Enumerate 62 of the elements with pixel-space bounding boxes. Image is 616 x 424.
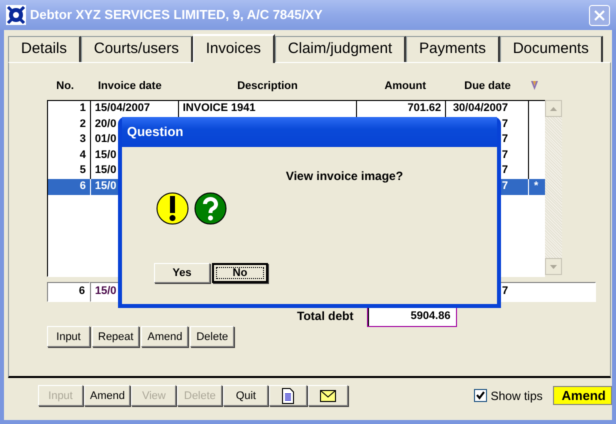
table-cell: 15/04/2007 (94, 102, 150, 114)
row-marker: * (534, 180, 538, 192)
table-cell: 7 (502, 148, 508, 161)
table-cell: 1 (80, 102, 86, 114)
table-cell: 7 (502, 133, 508, 146)
table-cell: 20/0 (94, 118, 116, 130)
table-cell: 15/0 (94, 148, 116, 161)
table-cell: 30/04/2007 (452, 102, 508, 114)
table-cell: 6 (80, 180, 86, 192)
column-header[interactable]: No. (56, 80, 74, 92)
tab[interactable]: Invoices (192, 34, 275, 63)
up-arrow-icon (550, 106, 557, 110)
tab[interactable]: Payments (406, 36, 500, 62)
scroll-up-button[interactable] (545, 100, 562, 117)
envelope-icon (320, 390, 336, 402)
tab[interactable]: Documents (500, 36, 603, 62)
mail-button[interactable] (308, 385, 348, 406)
column-header[interactable]: Amount (384, 80, 426, 92)
mode-indicator: Amend (552, 386, 612, 405)
toolbar-button[interactable]: Amend (84, 385, 130, 406)
down-arrow-icon (550, 264, 557, 268)
warning-icon (156, 192, 189, 225)
dialog-message: View invoice image? (284, 168, 404, 185)
document-button[interactable] (269, 385, 308, 406)
table-cell: 7 (502, 180, 508, 192)
table-cell: 15/0 (94, 164, 116, 176)
table-cell: 01/0 (94, 133, 116, 146)
dialog-title: Question (127, 123, 184, 142)
table-cell: 15/0 (94, 180, 116, 192)
action-button[interactable]: Amend (141, 326, 188, 347)
toolbar-button[interactable]: Quit (223, 385, 268, 406)
table-cell: 2 (80, 118, 86, 130)
tab[interactable]: Details (8, 36, 81, 62)
column-header[interactable]: Invoice date (98, 80, 162, 92)
table-cell: 4 (80, 148, 86, 161)
tips-label[interactable]: Show tips (490, 386, 543, 404)
scroll-down-button[interactable] (545, 258, 562, 275)
action-button[interactable]: Repeat (92, 326, 140, 347)
dialog-button[interactable]: No (212, 263, 268, 283)
window-title: Debtor XYZ SERVICES LIMITED, 9, A/C 7845/XY (30, 6, 323, 24)
close-icon (593, 8, 606, 22)
tab[interactable]: Claim/judgment (274, 36, 406, 62)
summary-cell: 6 (47, 282, 90, 302)
scrollbar[interactable] (545, 100, 562, 275)
document-icon (282, 388, 294, 404)
table-cell: 7 (502, 118, 508, 130)
table-cell: 701.62 (407, 102, 442, 114)
app-icon (6, 5, 26, 25)
table-cell: 5 (80, 164, 86, 176)
table-cell: INVOICE 1941 (182, 102, 256, 114)
tab[interactable]: Courts/users (80, 36, 193, 62)
action-button[interactable]: Input (47, 326, 90, 347)
question-icon (194, 192, 227, 225)
close-button[interactable] (589, 4, 610, 26)
table-cell: 3 (80, 133, 86, 146)
action-button[interactable]: Delete (190, 326, 234, 347)
tips-checkbox[interactable] (474, 389, 487, 402)
column-header[interactable]: Description (237, 80, 298, 92)
dialog-button[interactable]: Yes (154, 263, 210, 283)
column-header[interactable]: Due date (464, 80, 511, 92)
table-cell: 7 (502, 164, 508, 176)
total-label: Total debt (297, 308, 354, 325)
